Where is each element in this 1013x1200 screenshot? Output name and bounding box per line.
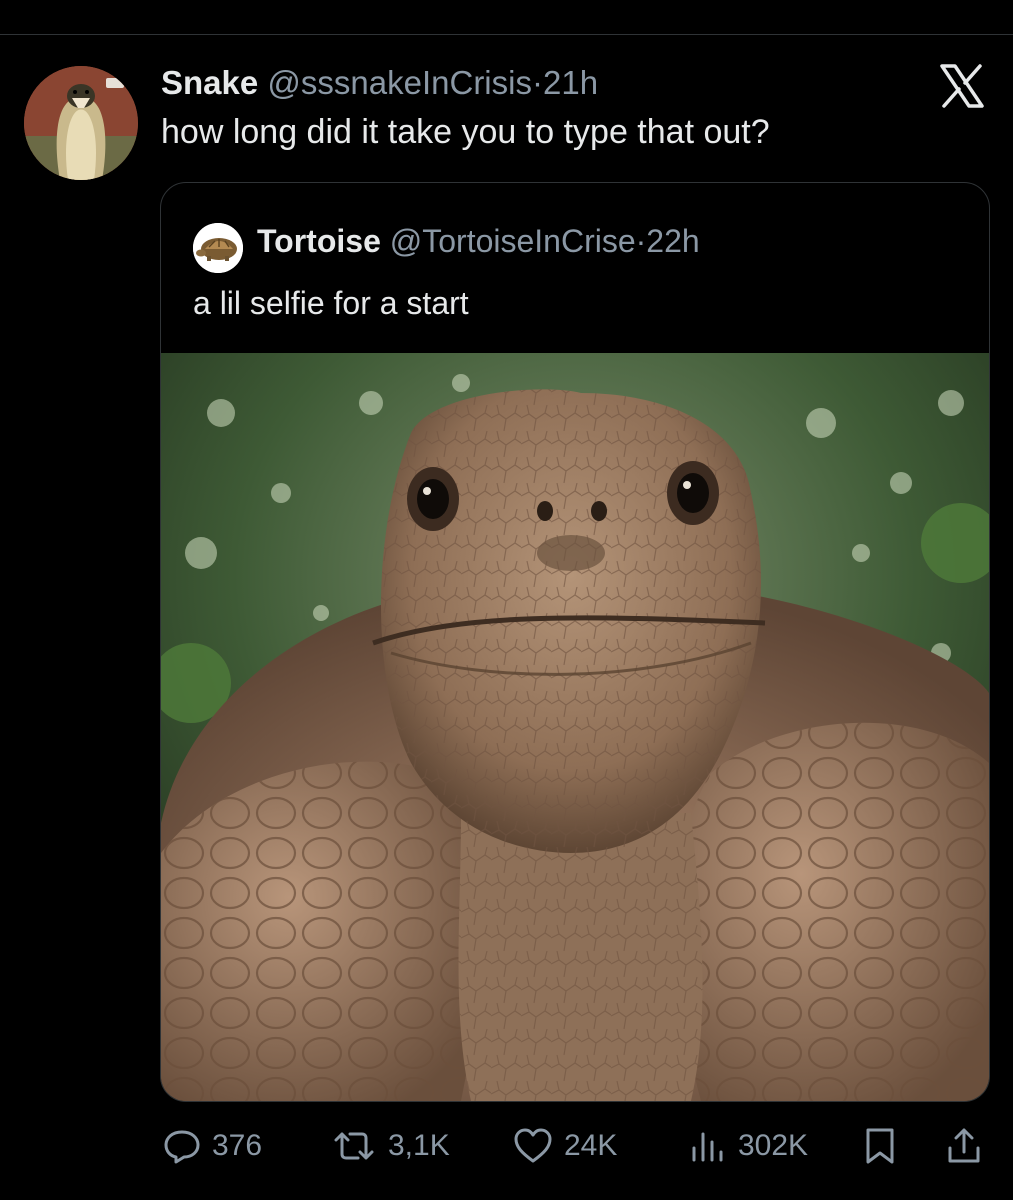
share-button[interactable] — [944, 1118, 984, 1174]
display-name[interactable]: Snake — [161, 64, 258, 101]
avatar[interactable] — [24, 66, 138, 180]
quoted-avatar[interactable] — [193, 223, 243, 273]
user-handle[interactable]: @sssnakeInCrisis — [267, 64, 532, 101]
tweet-text: how long did it take you to type that ou… — [161, 113, 770, 151]
action-bar: 376 3,1K 24K 302K — [0, 1118, 1013, 1174]
bookmark-button[interactable] — [862, 1118, 898, 1174]
reply-count: 376 — [212, 1129, 263, 1162]
tortoise-avatar-icon — [193, 223, 243, 273]
cobra-avatar-icon — [24, 66, 138, 180]
x-logo-icon — [940, 64, 984, 108]
reply-icon — [164, 1130, 200, 1164]
quoted-separator-dot: · — [635, 223, 647, 259]
quoted-tweet-text: a lil selfie for a start — [193, 285, 469, 321]
quoted-user-handle[interactable]: @TortoiseInCrise — [390, 223, 636, 259]
quoted-media-photo[interactable] — [161, 353, 989, 1101]
separator-dot: · — [531, 64, 543, 101]
quoted-display-name[interactable]: Tortoise — [257, 223, 381, 259]
views-count: 302K — [738, 1129, 809, 1162]
top-divider — [0, 34, 1013, 35]
like-count: 24K — [564, 1129, 618, 1162]
repost-button[interactable]: 3,1K — [330, 1118, 450, 1174]
quoted-timestamp[interactable]: 22h — [646, 223, 699, 259]
views-button[interactable]: 302K — [688, 1118, 808, 1174]
timestamp[interactable]: 21h — [543, 64, 598, 101]
repost-icon — [334, 1132, 374, 1160]
share-icon — [948, 1128, 980, 1163]
repost-count: 3,1K — [388, 1129, 450, 1162]
tortoise-photo — [161, 353, 989, 1101]
quoted-header: Tortoise @TortoiseInCrise·22h — [257, 223, 700, 260]
views-icon — [692, 1132, 723, 1162]
heart-icon — [514, 1128, 552, 1163]
like-button[interactable]: 24K — [512, 1118, 617, 1174]
bookmark-icon — [866, 1128, 894, 1164]
reply-button[interactable]: 376 — [162, 1118, 262, 1174]
quoted-tweet-card[interactable]: Tortoise @TortoiseInCrise·22h a lil self… — [160, 182, 990, 1102]
tweet-header: Snake @sssnakeInCrisis·21h — [161, 64, 598, 102]
